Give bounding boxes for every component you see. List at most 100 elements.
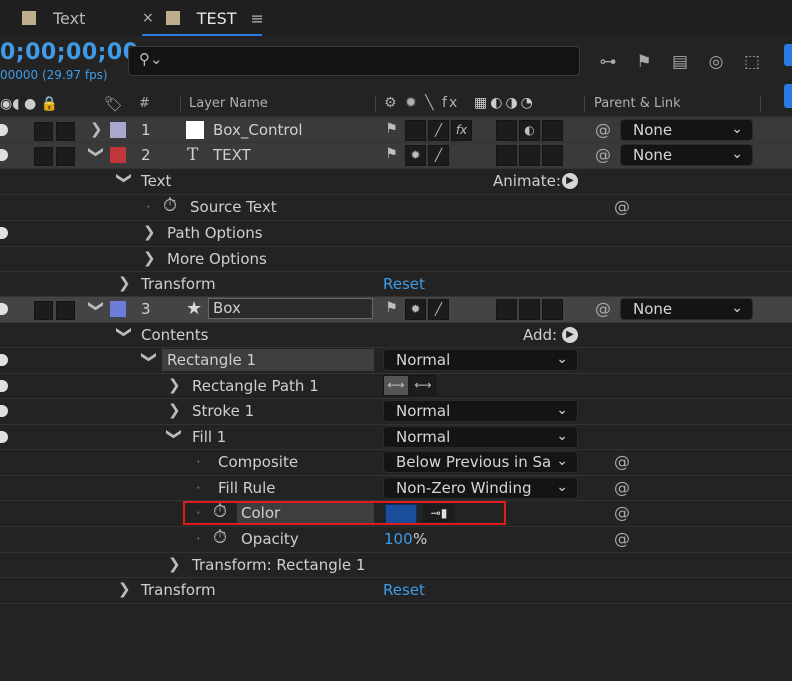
- eye-icon[interactable]: [0, 354, 8, 366]
- chevron-down-icon[interactable]: ❯: [115, 172, 133, 185]
- layer-row[interactable]: ❯ 3 ★ Box ⚑ ✹ ╱ @ None ⌄: [0, 296, 792, 322]
- search-input[interactable]: ⚲⌄: [128, 46, 580, 76]
- effects-switch-icon[interactable]: fx: [451, 120, 472, 141]
- pick-whip-icon[interactable]: @: [614, 478, 630, 497]
- quality-switch-icon[interactable]: ╱: [428, 120, 449, 141]
- property-group-contents[interactable]: ❯ Contents Add: ▶: [0, 322, 792, 348]
- property-transform-rectangle[interactable]: ❯ Transform: Rectangle 1: [0, 552, 792, 578]
- column-parent-link[interactable]: Parent & Link: [594, 96, 681, 111]
- frame-blending-icon[interactable]: ▤: [668, 52, 692, 74]
- current-time-display[interactable]: 0;00;00;00: [0, 40, 139, 65]
- chevron-right-icon[interactable]: ❯: [118, 580, 131, 598]
- chevron-down-icon[interactable]: ❯: [165, 428, 183, 441]
- panel-menu-icon[interactable]: ≡: [251, 9, 264, 28]
- tab-test[interactable]: × TEST ≡: [142, 6, 264, 30]
- motion-blur-switch[interactable]: [519, 145, 540, 166]
- reset-link[interactable]: Reset: [383, 581, 425, 599]
- add-label[interactable]: Add:: [523, 326, 557, 344]
- collapse-switch-icon[interactable]: ✹: [405, 299, 426, 320]
- 3d-layer-switch[interactable]: [542, 299, 563, 320]
- pick-whip-icon[interactable]: @: [595, 145, 611, 164]
- property-source-text[interactable]: · ⏱ Source Text @: [0, 194, 792, 220]
- chevron-down-icon[interactable]: ❯: [87, 146, 105, 159]
- label-color-swatch[interactable]: [110, 301, 126, 317]
- property-transform[interactable]: ❯ Transform Reset: [0, 271, 792, 297]
- eye-icon[interactable]: [0, 405, 8, 417]
- layer-name[interactable]: Box_Control: [213, 121, 303, 139]
- collapse-switch-icon[interactable]: ✹: [405, 145, 426, 166]
- chevron-right-icon[interactable]: ❯: [168, 401, 181, 419]
- pick-whip-icon[interactable]: @: [614, 452, 630, 471]
- pick-whip-icon[interactable]: @: [614, 529, 630, 548]
- pick-whip-icon[interactable]: @: [595, 299, 611, 318]
- motion-blur-icon[interactable]: ◎: [704, 52, 728, 74]
- frame-blend-switch[interactable]: [496, 120, 517, 141]
- composite-dropdown[interactable]: Below Previous in Sa ⌄: [383, 451, 578, 473]
- property-composite[interactable]: · Composite Below Previous in Sa ⌄ @: [0, 449, 792, 475]
- collapse-switch[interactable]: [405, 120, 426, 141]
- shy-switch-icon[interactable]: ⚑: [382, 145, 401, 164]
- fill-rule-dropdown[interactable]: Non-Zero Winding ⌄: [383, 477, 578, 499]
- lock-switch[interactable]: [56, 301, 75, 320]
- play-menu-icon[interactable]: ▶: [562, 173, 578, 189]
- property-opacity[interactable]: · ⏱ Opacity 100 % @: [0, 526, 792, 552]
- solo-switch[interactable]: [34, 122, 53, 141]
- motion-blur-switch[interactable]: [519, 299, 540, 320]
- play-menu-icon[interactable]: ▶: [562, 327, 578, 343]
- adjustment-layer-icon[interactable]: ◐: [519, 120, 540, 141]
- property-path-options[interactable]: ❯ Path Options: [0, 220, 792, 246]
- shy-layers-icon[interactable]: ⚑: [632, 52, 656, 74]
- solo-switch[interactable]: [34, 147, 53, 166]
- property-rectangle-path[interactable]: ❯ Rectangle Path 1 ⟷ ⟷: [0, 373, 792, 399]
- path-direction-reverse-icon[interactable]: ⟷: [410, 375, 436, 396]
- chevron-right-icon[interactable]: ❯: [90, 120, 103, 138]
- eye-icon[interactable]: [0, 431, 8, 443]
- parent-dropdown[interactable]: None ⌄: [620, 298, 753, 320]
- blend-mode-dropdown[interactable]: Normal ⌄: [383, 400, 578, 422]
- opacity-value[interactable]: 100: [384, 530, 413, 548]
- lock-switch[interactable]: [56, 122, 75, 141]
- pick-whip-icon[interactable]: @: [614, 197, 630, 216]
- group-label[interactable]: Rectangle 1: [167, 351, 256, 369]
- eye-icon[interactable]: [0, 149, 8, 161]
- stopwatch-icon[interactable]: ⏱: [213, 527, 227, 548]
- tab-text[interactable]: Text: [22, 6, 85, 30]
- 3d-layer-switch[interactable]: [542, 145, 563, 166]
- property-fill[interactable]: ❯ Fill 1 Normal ⌄: [0, 424, 792, 450]
- chevron-right-icon[interactable]: ❯: [118, 274, 131, 292]
- lock-switch[interactable]: [56, 147, 75, 166]
- property-transform[interactable]: ❯ Transform Reset: [0, 577, 792, 604]
- path-direction-icon[interactable]: ⟷: [383, 375, 409, 396]
- property-group-text[interactable]: ❯ Text Animate: ▶: [0, 168, 792, 194]
- frame-blend-switch[interactable]: [496, 299, 517, 320]
- quality-switch-icon[interactable]: ╱: [428, 299, 449, 320]
- eye-icon[interactable]: [0, 303, 8, 315]
- chevron-right-icon[interactable]: ❯: [143, 249, 156, 267]
- stopwatch-icon[interactable]: ⏱: [163, 195, 177, 216]
- layer-name[interactable]: Box: [213, 299, 241, 317]
- pick-whip-icon[interactable]: @: [595, 120, 611, 139]
- chevron-down-icon[interactable]: ❯: [140, 351, 158, 364]
- blend-mode-dropdown[interactable]: Normal ⌄: [383, 349, 578, 371]
- chevron-right-icon[interactable]: ❯: [168, 376, 181, 394]
- chevron-down-icon[interactable]: ❯: [87, 300, 105, 313]
- eye-icon[interactable]: [0, 124, 8, 136]
- chevron-right-icon[interactable]: ❯: [168, 555, 181, 573]
- layer-row[interactable]: ❯ 1 Box_Control ⚑ ╱ fx ◐ @ None ⌄: [0, 117, 792, 143]
- frame-blend-switch[interactable]: [496, 145, 517, 166]
- quality-switch-icon[interactable]: ╱: [428, 145, 449, 166]
- animate-label[interactable]: Animate:: [493, 172, 561, 190]
- panel-edge-control[interactable]: [784, 44, 792, 66]
- label-color-swatch[interactable]: [110, 122, 126, 138]
- layer-name[interactable]: TEXT: [213, 146, 251, 164]
- graph-editor-icon[interactable]: ⬚: [740, 52, 764, 74]
- parent-dropdown[interactable]: None ⌄: [620, 144, 753, 166]
- eye-icon[interactable]: [0, 227, 8, 239]
- column-layer-name[interactable]: Layer Name: [189, 96, 268, 111]
- layer-row[interactable]: ❯ 2 T TEXT ⚑ ✹ ╱ @ None ⌄: [0, 142, 792, 168]
- shy-switch-icon[interactable]: ⚑: [382, 120, 401, 139]
- solo-switch[interactable]: [34, 301, 53, 320]
- label-color-swatch[interactable]: [110, 147, 126, 163]
- reset-link[interactable]: Reset: [383, 275, 425, 293]
- chevron-down-icon[interactable]: ❯: [115, 326, 133, 339]
